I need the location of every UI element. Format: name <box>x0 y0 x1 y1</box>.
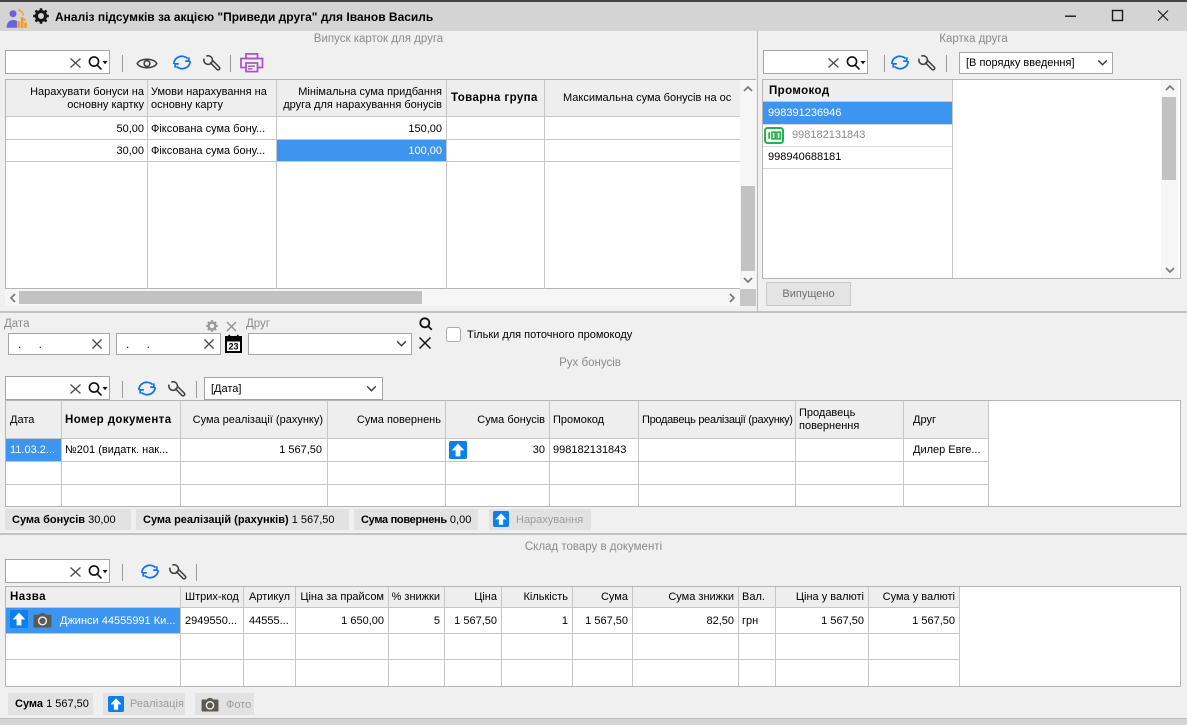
svg-text:23: 23 <box>228 342 238 352</box>
